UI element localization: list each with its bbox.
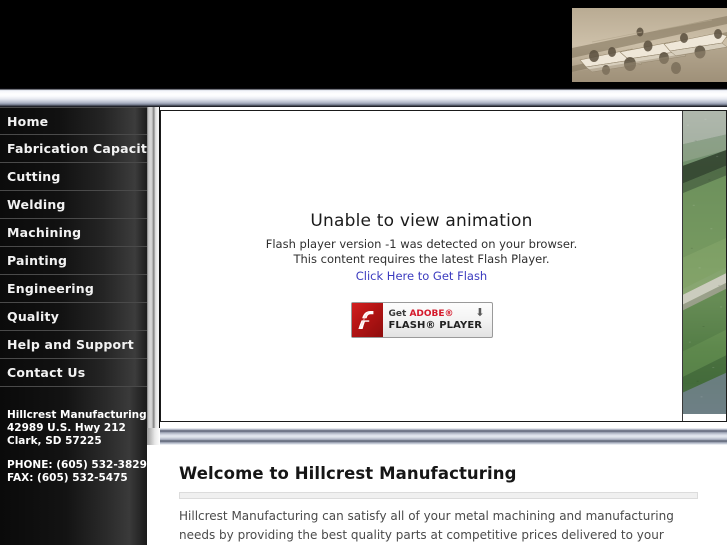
badge-text-block: Get ADOBE® FLASH® PLAYER xyxy=(389,309,483,331)
sidebar-item-engineering[interactable]: Engineering xyxy=(0,275,147,303)
flash-f-glyph xyxy=(358,311,374,329)
badge-adobe-label: ADOBE® xyxy=(409,309,454,319)
fax-number: FAX: (605) 532-5475 xyxy=(7,472,128,484)
badge-line-1: Get ADOBE® xyxy=(389,309,483,320)
mid-section-divider xyxy=(160,428,727,445)
sidebar-item-quality[interactable]: Quality xyxy=(0,303,147,331)
adobe-flash-logo-icon xyxy=(351,303,383,337)
sidebar-item-fabrication-capacity[interactable]: Fabrication Capacity xyxy=(0,135,147,163)
sidebar-item-contact-us[interactable]: Contact Us xyxy=(0,359,147,387)
sidebar-item-label: Cutting xyxy=(7,169,61,184)
main-navigation: Home Fabrication Capacity Cutting Weldin… xyxy=(0,107,147,387)
sidebar-item-label: Fabrication Capacity xyxy=(7,141,147,156)
sidebar-bevel-strip xyxy=(147,107,160,437)
sidebar-item-label: Machining xyxy=(7,225,82,240)
page-title: Welcome to Hillcrest Manufacturing xyxy=(179,464,517,483)
sidebar-item-home[interactable]: Home xyxy=(0,107,147,135)
phone-number: PHONE: (605) 532-3829 xyxy=(7,459,147,471)
flash-notice: Unable to view animation Flash player ve… xyxy=(161,111,682,421)
get-adobe-flash-player-button[interactable]: Get ADOBE® FLASH® PLAYER ⬇ xyxy=(350,302,493,338)
scenic-side-image xyxy=(682,111,726,421)
welcome-section: Welcome to Hillcrest Manufacturing Hillc… xyxy=(160,452,727,545)
scenic-artwork xyxy=(683,111,726,414)
flash-notice-title: Unable to view animation xyxy=(310,211,533,231)
page-root: Home Fabrication Capacity Cutting Weldin… xyxy=(0,0,727,545)
sidebar-item-label: Contact Us xyxy=(7,365,86,380)
sidebar-item-label: Help and Support xyxy=(7,337,134,352)
sidebar-item-label: Quality xyxy=(7,309,60,324)
mid-divider-left-cap xyxy=(147,428,160,445)
header-metal-divider xyxy=(0,88,727,107)
sidebar-item-cutting[interactable]: Cutting xyxy=(0,163,147,191)
flash-notice-line-2: This content requires the latest Flash P… xyxy=(293,252,550,266)
sidebar-item-label: Engineering xyxy=(7,281,95,296)
company-name: Hillcrest Manufacturing LLC xyxy=(7,409,147,421)
get-flash-link[interactable]: Click Here to Get Flash xyxy=(356,269,487,283)
sidebar-item-machining[interactable]: Machining xyxy=(0,219,147,247)
sidebar-contact-block: Hillcrest Manufacturing LLC 42989 U.S. H… xyxy=(7,409,147,485)
badge-line-2: FLASH® PLAYER xyxy=(388,320,483,331)
sidebar-item-painting[interactable]: Painting xyxy=(0,247,147,275)
sidebar-item-label: Home xyxy=(7,114,49,129)
header-banner-image xyxy=(572,8,727,82)
city-state-zip: Clark, SD 57225 xyxy=(7,435,102,447)
left-gutter xyxy=(147,445,160,545)
header-banner-artwork xyxy=(572,8,727,82)
sidebar-item-help-and-support[interactable]: Help and Support xyxy=(0,331,147,359)
sidebar-item-welding[interactable]: Welding xyxy=(0,191,147,219)
sidebar-item-label: Welding xyxy=(7,197,66,212)
street-address: 42989 U.S. Hwy 212 xyxy=(7,422,126,434)
sidebar-item-label: Painting xyxy=(7,253,68,268)
flash-content-panel: Unable to view animation Flash player ve… xyxy=(160,110,727,422)
welcome-paragraph: Hillcrest Manufacturing can satisfy all … xyxy=(179,509,674,542)
badge-get-label: Get xyxy=(388,309,410,319)
left-sidebar: Home Fabrication Capacity Cutting Weldin… xyxy=(0,107,147,545)
site-header xyxy=(0,0,727,88)
flash-notice-line-1: Flash player version -1 was detected on … xyxy=(265,237,578,251)
download-arrow-icon: ⬇ xyxy=(475,306,485,319)
title-underline-rule xyxy=(179,492,698,499)
